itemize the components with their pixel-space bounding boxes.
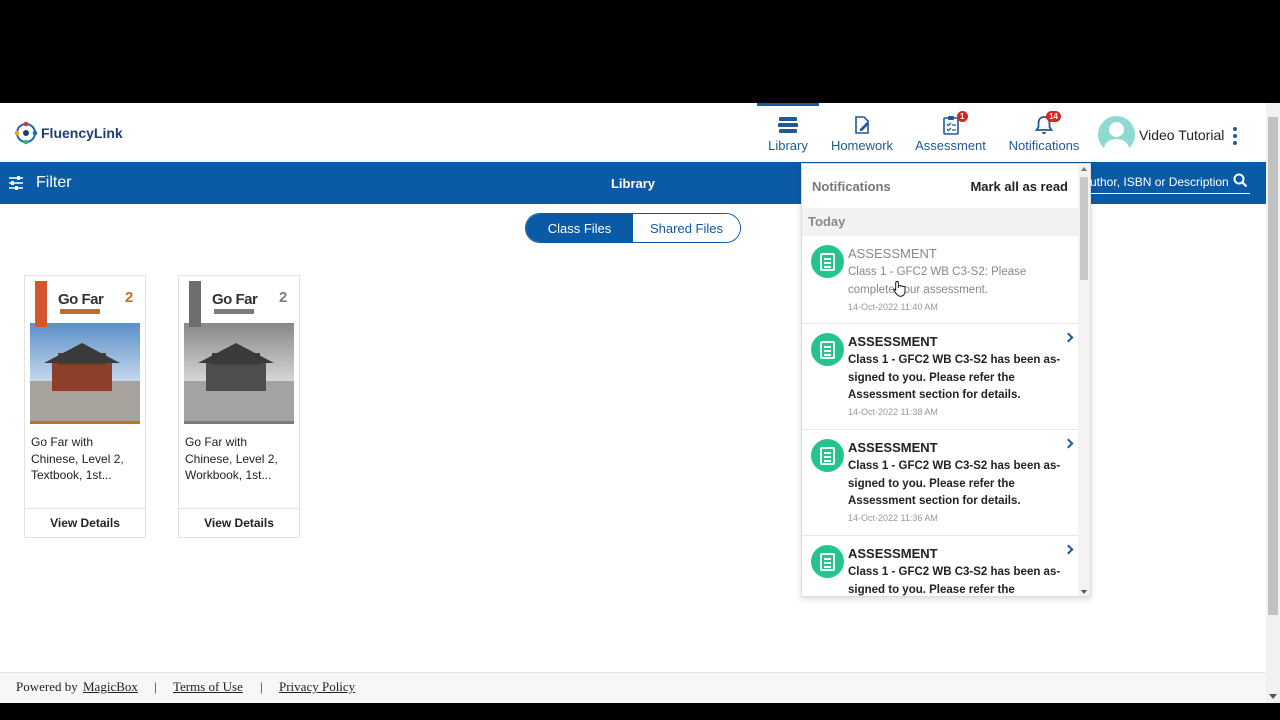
mark-all-read-button[interactable]: Mark all as read <box>970 179 1068 194</box>
view-details-button[interactable]: View Details <box>179 508 299 537</box>
book-title: Go Far with Chinese, Level 2, Textbook, … <box>31 435 124 482</box>
assessment-clipboard-icon <box>811 545 844 578</box>
book-cover-image[interactable]: Go Far 2 <box>184 281 294 424</box>
bell-icon-wrap: 14 <box>1034 111 1061 135</box>
nav-library[interactable]: Library <box>757 103 819 162</box>
nav-library-label: Library <box>768 138 808 153</box>
notification-type: ASSESSMENT <box>848 440 938 455</box>
files-toggle: Class Files Shared Files <box>525 213 741 243</box>
notifications-scrollbar[interactable] <box>1078 164 1090 596</box>
notifications-badge: 14 <box>1046 111 1061 122</box>
notifications-scroll-thumb[interactable] <box>1080 177 1088 280</box>
assessment-icon-wrap: 1 <box>942 111 968 135</box>
fluencylink-logo-icon <box>14 121 38 145</box>
scroll-down-icon[interactable] <box>1081 590 1087 594</box>
notification-type: ASSESSMENT <box>848 246 937 261</box>
search-icon[interactable] <box>1233 173 1248 188</box>
fluencylink-logo[interactable]: FluencyLink <box>14 121 123 145</box>
notifications-title: Notifications <box>812 179 891 194</box>
letterbox-bottom <box>0 703 1280 720</box>
search-input[interactable] <box>1090 172 1230 192</box>
cover-level: 2 <box>279 289 288 306</box>
notification-item[interactable]: ASSESSMENT Class 1 - GFC2 WB C3-S2 has b… <box>802 536 1078 596</box>
search-box <box>1090 172 1250 194</box>
notification-item[interactable]: ASSESSMENT Class 1 - GFC2 WB C3-S2 has b… <box>802 430 1078 536</box>
cover-title: Go Far <box>212 291 258 308</box>
library-icon <box>778 117 798 133</box>
notification-time: 14-Oct-2022 11:40 AM <box>848 302 938 312</box>
nav-homework-label: Homework <box>830 138 894 153</box>
book-card[interactable]: Go Far 2 Go Far with Chinese, Level 2, W… <box>178 275 300 538</box>
top-header: FluencyLink Library Homework 1 Assessmen… <box>0 103 1266 162</box>
scroll-up-icon[interactable] <box>1081 167 1087 171</box>
notification-body: Class 1 - GFC2 WB C3-S2: Please complete… <box>848 266 1027 296</box>
notification-type: ASSESSMENT <box>848 334 938 349</box>
notification-body: Class 1 - GFC2 WB C3-S2 has been as-sign… <box>848 354 1061 401</box>
footer-separator: | <box>260 679 263 694</box>
footer: Powered by MagicBox | Terms of Use | Pri… <box>0 672 1266 703</box>
app-screen: FluencyLink Library Homework 1 Assessmen… <box>0 103 1280 703</box>
book-card[interactable]: Go Far 2 Go Far with Chinese, Level 2, T… <box>24 275 146 538</box>
nav-notifications-label: Notifications <box>1008 138 1080 153</box>
footer-separator: | <box>154 679 157 694</box>
cover-level: 2 <box>125 289 134 306</box>
notifications-header: Notifications Mark all as read <box>802 164 1090 208</box>
nav-assessment-label: Assessment <box>915 138 986 153</box>
nav-homework[interactable]: Homework <box>826 103 898 162</box>
notification-type: ASSESSMENT <box>848 546 938 561</box>
nav-notifications[interactable]: 14 Notifications <box>1003 103 1085 162</box>
powered-by-text: Powered by <box>16 679 78 694</box>
page-scroll-down-icon[interactable] <box>1269 694 1277 699</box>
assessment-clipboard-icon <box>811 439 844 472</box>
chevron-right-icon[interactable] <box>1063 438 1074 449</box>
assessment-badge: 1 <box>957 111 968 122</box>
letterbox-top <box>0 0 1280 103</box>
more-menu-icon[interactable] <box>1232 127 1238 145</box>
notification-time: 14-Oct-2022 11:38 AM <box>848 407 938 417</box>
chevron-right-icon[interactable] <box>1063 332 1074 343</box>
notification-time: 14-Oct-2022 11:36 AM <box>848 513 938 523</box>
assessment-clipboard-icon <box>811 333 844 366</box>
notifications-panel: Notifications Mark all as read Today ASS… <box>801 163 1091 597</box>
app-name: FluencyLink <box>41 125 123 141</box>
book-cover-image[interactable]: Go Far 2 <box>30 281 140 424</box>
video-tutorial-link[interactable]: Video Tutorial <box>1139 127 1224 143</box>
book-title: Go Far with Chinese, Level 2, Workbook, … <box>185 435 278 482</box>
tab-shared-files[interactable]: Shared Files <box>633 214 740 242</box>
notification-item[interactable]: ASSESSMENT Class 1 - GFC2 WB C3-S2: Plea… <box>802 236 1078 324</box>
tab-class-files[interactable]: Class Files <box>526 214 633 242</box>
assessment-clipboard-icon <box>811 245 844 278</box>
page-scrollbar[interactable] <box>1266 103 1280 703</box>
group-header-today: Today <box>802 208 1078 236</box>
terms-of-use-link[interactable]: Terms of Use <box>173 679 243 695</box>
privacy-policy-link[interactable]: Privacy Policy <box>279 679 355 695</box>
notification-item[interactable]: ASSESSMENT Class 1 - GFC2 WB C3-S2 has b… <box>802 324 1078 430</box>
nav-assessment[interactable]: 1 Assessment <box>913 103 988 162</box>
view-details-button[interactable]: View Details <box>25 508 145 537</box>
chevron-right-icon[interactable] <box>1063 544 1074 555</box>
magicbox-link[interactable]: MagicBox <box>83 679 138 695</box>
hand-cursor-icon <box>893 281 906 297</box>
notification-body: Class 1 - GFC2 WB C3-S2 has been as-sign… <box>848 566 1061 596</box>
page-scroll-thumb[interactable] <box>1268 117 1278 615</box>
homework-icon <box>855 116 869 134</box>
notification-body: Class 1 - GFC2 WB C3-S2 has been as-sign… <box>848 460 1061 507</box>
user-avatar[interactable] <box>1098 116 1135 153</box>
cover-title: Go Far <box>58 291 104 308</box>
